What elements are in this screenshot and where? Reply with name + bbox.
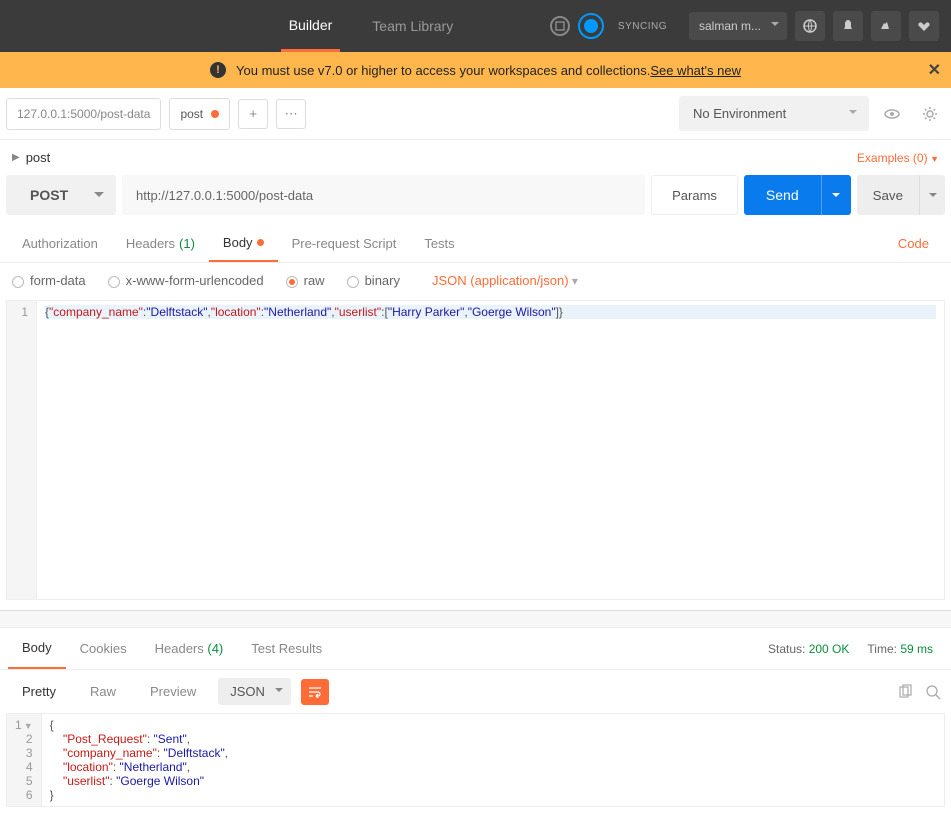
breadcrumb-row: ▶ post Examples (0)	[0, 140, 951, 175]
params-button[interactable]: Params	[651, 175, 738, 215]
tab-tests[interactable]: Tests	[410, 226, 468, 261]
resp-tab-headers-label: Headers	[155, 641, 204, 656]
breadcrumb-arrow-icon: ▶	[12, 152, 20, 163]
content-type-dropdown[interactable]: JSON (application/json)	[432, 273, 578, 288]
view-pretty[interactable]: Pretty	[10, 678, 68, 705]
close-warning-button[interactable]: ✕	[928, 60, 941, 80]
tab-builder[interactable]: Builder	[281, 1, 341, 52]
sync-status: SYNCING	[618, 21, 667, 32]
tab-team-library[interactable]: Team Library	[364, 2, 461, 50]
request-tab-current-label: post	[180, 107, 203, 121]
tab-headers-count: (1)	[179, 236, 195, 251]
radio-form-data[interactable]: form-data	[12, 273, 86, 288]
warning-icon: !	[210, 62, 226, 78]
examples-dropdown[interactable]: Examples (0)	[857, 151, 939, 165]
method-dropdown[interactable]: POST	[6, 175, 116, 215]
request-subtabs: Authorization Headers (1) Body Pre-reque…	[0, 225, 951, 263]
request-tab-current[interactable]: post	[169, 98, 230, 130]
response-meta: Status: 200 OK Time: 59 ms	[768, 642, 943, 656]
notifications-icon[interactable]	[833, 11, 863, 41]
tab-options-button[interactable]: ⋯	[276, 99, 306, 129]
resp-tab-testresults[interactable]: Test Results	[237, 629, 336, 668]
request-tabs-row: 127.0.0.1:5000/post-data post + ⋯ No Env…	[0, 88, 951, 140]
top-bar: Builder Team Library SYNCING salman m...	[0, 0, 951, 52]
capture-icon[interactable]	[550, 16, 570, 36]
search-response-icon[interactable]	[925, 684, 941, 700]
status-label: Status:	[768, 642, 805, 656]
body-dot-icon	[257, 239, 264, 246]
unsaved-dot-icon	[211, 110, 219, 118]
resp-tab-cookies[interactable]: Cookies	[66, 629, 141, 668]
env-settings-icon[interactable]	[915, 99, 945, 129]
new-tab-button[interactable]: +	[238, 99, 268, 129]
status-value: 200 OK	[809, 642, 850, 656]
wrap-lines-button[interactable]	[301, 679, 329, 705]
radio-raw[interactable]: raw	[286, 273, 325, 288]
send-options-button[interactable]	[821, 175, 851, 215]
time-label: Time:	[867, 642, 897, 656]
breadcrumb-title: post	[26, 150, 51, 165]
request-body-editor[interactable]: 1 {"company_name":"Delftstack","location…	[6, 300, 945, 600]
tab-headers[interactable]: Headers (1)	[112, 226, 209, 261]
response-lang-dropdown[interactable]: JSON	[218, 678, 291, 705]
view-raw[interactable]: Raw	[78, 678, 128, 705]
editor-content[interactable]: {"company_name":"Delftstack","location":…	[37, 301, 944, 599]
tab-body-label: Body	[223, 235, 253, 250]
tab-body[interactable]: Body	[209, 225, 278, 262]
radio-binary[interactable]: binary	[347, 273, 400, 288]
resp-gutter: 1▼ 2 3 4 5 6	[7, 714, 42, 806]
tab-headers-label: Headers	[126, 236, 175, 251]
time-value: 59 ms	[900, 642, 933, 656]
radio-urlencoded[interactable]: x-www-form-urlencoded	[108, 273, 264, 288]
copy-response-icon[interactable]	[897, 684, 913, 700]
tab-prerequest[interactable]: Pre-request Script	[278, 226, 411, 261]
resp-tab-body[interactable]: Body	[8, 628, 66, 669]
request-row: POST Params Send Save	[0, 175, 951, 225]
response-divider	[0, 610, 951, 628]
env-quicklook-icon[interactable]	[877, 99, 907, 129]
warning-text: You must use v7.0 or higher to access yo…	[236, 63, 650, 78]
save-options-button[interactable]	[919, 175, 945, 215]
warning-bar: ! You must use v7.0 or higher to access …	[0, 52, 951, 88]
url-input[interactable]	[122, 175, 645, 215]
editor-gutter: 1	[7, 301, 37, 599]
send-button[interactable]: Send	[744, 175, 821, 215]
save-button[interactable]: Save	[857, 175, 919, 215]
heart-icon[interactable]	[909, 11, 939, 41]
code-link[interactable]: Code	[884, 226, 943, 261]
body-type-row: form-data x-www-form-urlencoded raw bina…	[0, 263, 951, 298]
view-preview[interactable]: Preview	[138, 678, 208, 705]
environment-dropdown[interactable]: No Environment	[679, 96, 869, 131]
resp-content[interactable]: { "Post_Request": "Sent", "company_name"…	[42, 714, 944, 806]
sync-icon[interactable]	[578, 13, 604, 39]
settings-icon[interactable]	[871, 11, 901, 41]
response-body-editor[interactable]: 1▼ 2 3 4 5 6 { "Post_Request": "Sent", "…	[6, 713, 945, 807]
response-toolbar: Pretty Raw Preview JSON	[0, 670, 951, 713]
resp-tab-headers[interactable]: Headers (4)	[141, 629, 238, 668]
resp-tab-headers-count: (4)	[207, 641, 223, 656]
whats-new-link[interactable]: See what's new	[650, 63, 741, 78]
request-tab-prev[interactable]: 127.0.0.1:5000/post-data	[6, 98, 161, 130]
browse-icon[interactable]	[795, 11, 825, 41]
user-dropdown[interactable]: salman m...	[689, 12, 787, 40]
response-tabs: Body Cookies Headers (4) Test Results St…	[0, 628, 951, 670]
tab-authorization[interactable]: Authorization	[8, 226, 112, 261]
